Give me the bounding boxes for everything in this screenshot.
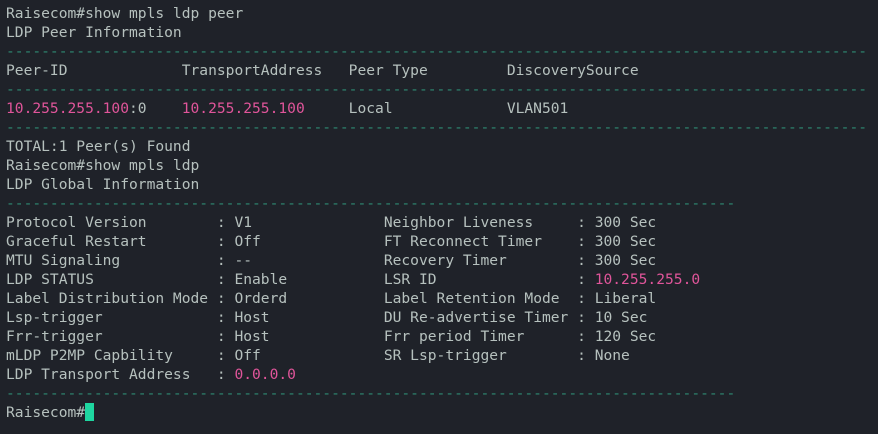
command-show-ldp-peer: Raisecom#show mpls ldp peer — [6, 5, 244, 22]
setting-value: 300 Sec — [594, 233, 657, 250]
command-show-ldp: Raisecom#show mpls ldp — [6, 157, 200, 174]
global-info-row: LDP STATUS : Enable LSR ID : 10.255.255.… — [6, 270, 878, 289]
peer-info-title: LDP Peer Information — [6, 24, 182, 41]
global-info-list: Protocol Version : V1 Neighbor Liveness … — [6, 213, 878, 365]
peer-total: TOTAL:1 Peer(s) Found — [6, 138, 191, 155]
terminal-window[interactable]: Raisecom#show mpls ldp peer LDP Peer Inf… — [0, 0, 878, 434]
peer-label-space: :0 — [129, 100, 182, 117]
setting-value: None — [594, 347, 630, 364]
peer-type: Local — [348, 100, 507, 117]
divider: ----------------------------------------… — [6, 119, 868, 136]
prompt: Raisecom# — [6, 404, 86, 421]
setting-label: Frr period Timer : — [383, 328, 595, 345]
setting-value: 10 Sec — [594, 309, 648, 326]
cursor — [85, 403, 95, 421]
setting-label: mLDP P2MP Capbility : — [6, 347, 235, 364]
setting-label: Recovery Timer : — [383, 252, 595, 269]
header-discovery-source: DiscoverySource — [506, 62, 639, 79]
setting-label: LDP STATUS : — [6, 271, 235, 288]
header-peer-id: Peer-ID — [6, 62, 182, 79]
header-peer-type: Peer Type — [348, 62, 507, 79]
setting-value: 300 Sec — [594, 252, 657, 269]
setting-value: Orderd — [234, 290, 384, 307]
setting-label: Neighbor Liveness : — [383, 214, 595, 231]
peer-table-header: Peer-ID TransportAddress Peer Type Disco… — [6, 61, 878, 80]
divider: ----------------------------------------… — [6, 195, 736, 212]
peer-id: 10.255.255.100 — [6, 100, 130, 117]
setting-label: FT Reconnect Timer : — [383, 233, 595, 250]
setting-value: 120 Sec — [594, 328, 657, 345]
setting-value: -- — [234, 252, 384, 269]
header-transport-address: TransportAddress — [181, 62, 349, 79]
setting-label: Label Distribution Mode : — [6, 290, 235, 307]
divider: ----------------------------------------… — [6, 385, 736, 402]
global-info-row: Lsp-trigger : Host DU Re-advertise Timer… — [6, 308, 878, 327]
setting-value: Enable — [234, 271, 384, 288]
global-info-row: Frr-trigger : Host Frr period Timer : 12… — [6, 327, 878, 346]
global-info-row: MTU Signaling : -- Recovery Timer : 300 … — [6, 251, 878, 270]
setting-value: Off — [234, 233, 384, 250]
global-info-row: Protocol Version : V1 Neighbor Liveness … — [6, 213, 878, 232]
global-info-row: mLDP P2MP Capbility : Off SR Lsp-trigger… — [6, 346, 878, 365]
divider: ----------------------------------------… — [6, 81, 868, 98]
transport-address-line: LDP Transport Address : 0.0.0.0 — [6, 365, 878, 384]
peer-table-row: 10.255.255.100:0 10.255.255.100 Local VL… — [6, 99, 878, 118]
discovery-source: VLAN501 — [506, 100, 569, 117]
prompt-line[interactable]: Raisecom# — [6, 403, 878, 422]
transport-address: 10.255.255.100 — [181, 100, 349, 117]
setting-value: 10.255.255.0 — [594, 271, 701, 288]
setting-label: Label Retention Mode : — [383, 290, 595, 307]
setting-value: 300 Sec — [594, 214, 657, 231]
setting-value: Host — [234, 309, 384, 326]
setting-label: Lsp-trigger : — [6, 309, 235, 326]
setting-label: LSR ID : — [383, 271, 595, 288]
transport-address-value: 0.0.0.0 — [234, 366, 296, 383]
global-info-title: LDP Global Information — [6, 176, 200, 193]
setting-value: Host — [234, 328, 384, 345]
setting-value: Off — [234, 347, 384, 364]
global-info-row: Label Distribution Mode : Orderd Label R… — [6, 289, 878, 308]
setting-label: Frr-trigger : — [6, 328, 235, 345]
setting-label: Protocol Version : — [6, 214, 235, 231]
setting-value: Liberal — [594, 290, 657, 307]
setting-label: Graceful Restart : — [6, 233, 235, 250]
setting-label: SR Lsp-trigger : — [383, 347, 595, 364]
divider: ----------------------------------------… — [6, 43, 868, 60]
setting-value: V1 — [234, 214, 384, 231]
setting-label: MTU Signaling : — [6, 252, 235, 269]
global-info-row: Graceful Restart : Off FT Reconnect Time… — [6, 232, 878, 251]
transport-address-label: LDP Transport Address : — [6, 366, 235, 383]
setting-label: DU Re-advertise Timer : — [383, 309, 595, 326]
